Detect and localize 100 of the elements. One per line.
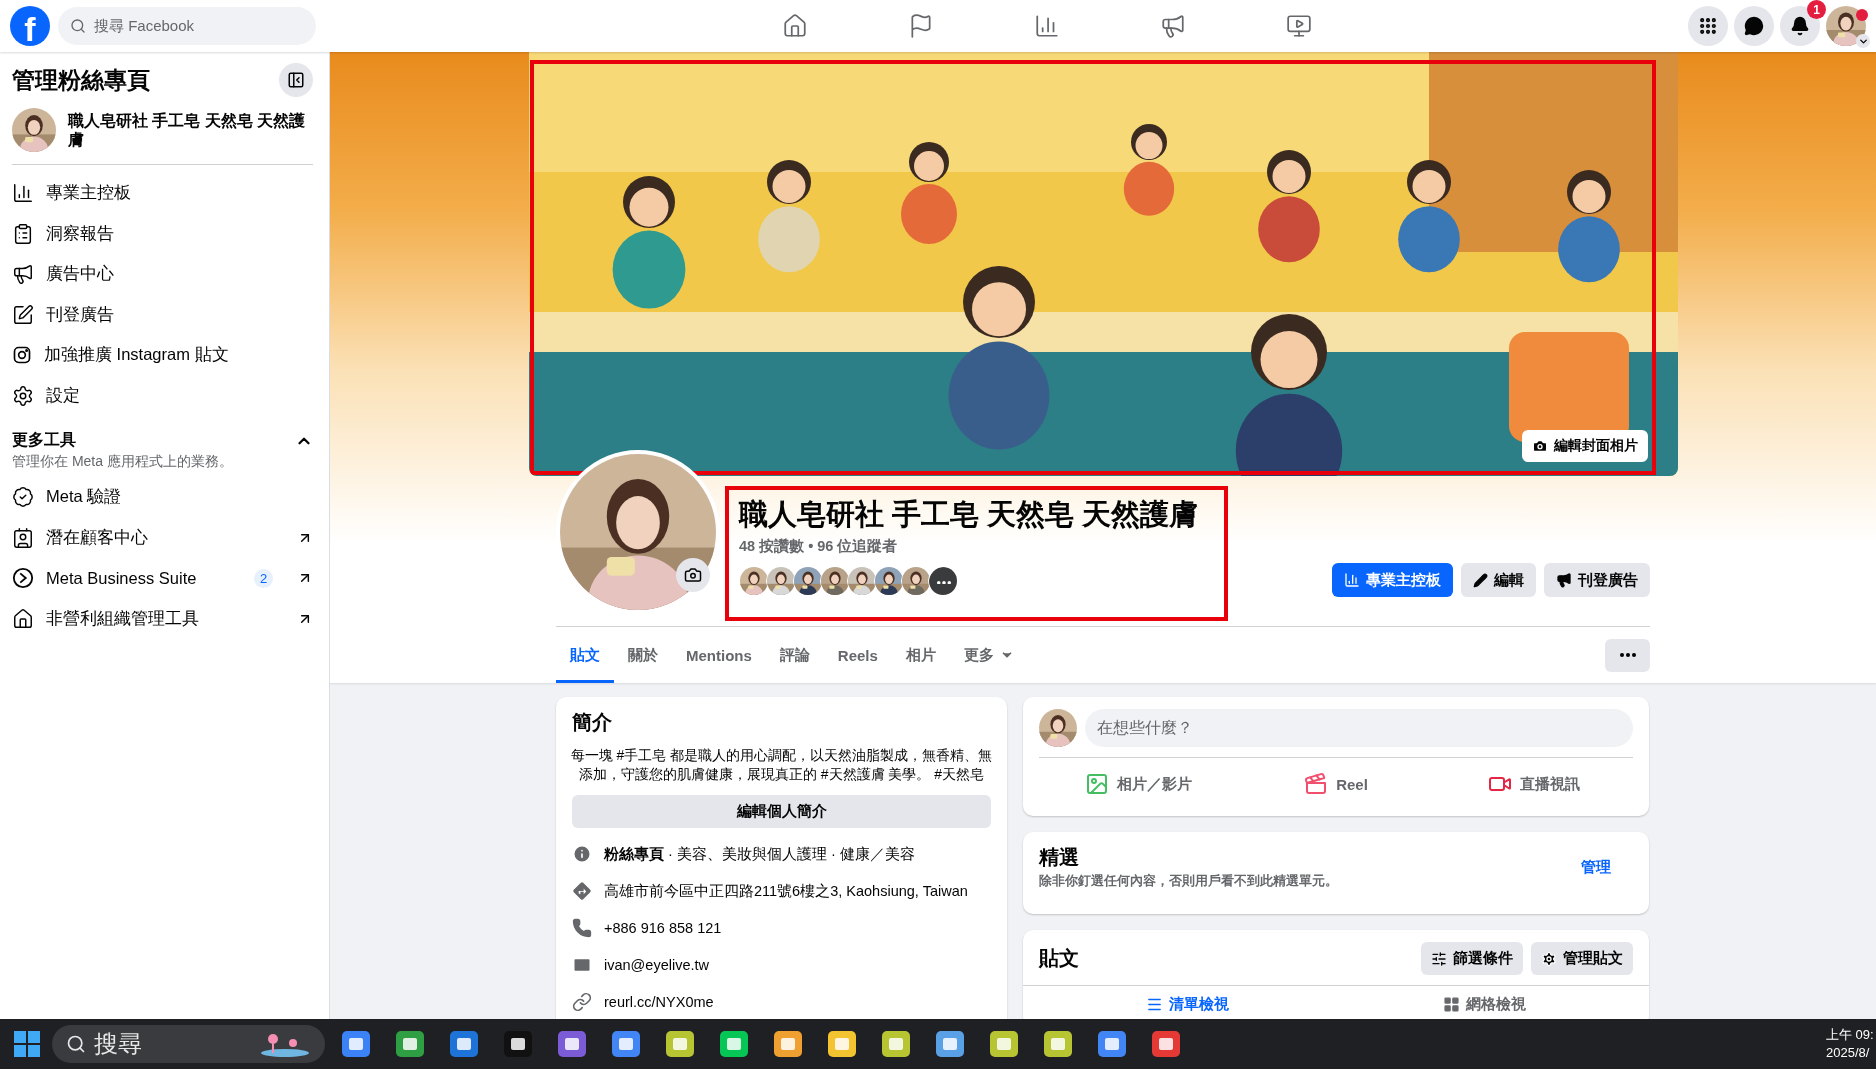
windows-start-icon[interactable] [14, 1031, 40, 1057]
app-icon[interactable] [609, 1029, 643, 1059]
card-title: 貼文 [1039, 946, 1079, 971]
clapperboard-icon [1304, 772, 1329, 796]
app-icon[interactable] [771, 1029, 805, 1059]
video-icon [1286, 13, 1312, 39]
app-icon[interactable] [933, 1029, 967, 1059]
badge-check-icon [12, 486, 34, 509]
profile-tab[interactable]: 關於 [614, 627, 672, 683]
detail-text: 高雄市前今區中正四路211號6樓之3, Kaohsiung, Taiwan [604, 881, 968, 901]
sidebar-item[interactable]: 加強推廣 Instagram 貼文 [12, 335, 313, 376]
app-icon[interactable] [447, 1029, 481, 1059]
profile-tab[interactable]: 貼文 [556, 627, 614, 683]
app-icon[interactable] [501, 1029, 535, 1059]
contact-card-icon [12, 526, 34, 549]
page-title: 職人皂研社 手工皂 天然皂 天然護膚 [739, 498, 1200, 532]
clipboard-icon [12, 222, 34, 245]
chart-icon [1034, 13, 1060, 39]
sliders-icon [1431, 950, 1447, 967]
action-button[interactable]: 專業主控板 [1332, 563, 1453, 597]
link-icon [572, 992, 592, 1013]
sidebar-item[interactable]: Meta Business Suite 2 [12, 558, 313, 599]
house-icon [12, 607, 34, 630]
app-icon[interactable] [879, 1029, 913, 1059]
edit-bio-button[interactable]: 編輯個人簡介 [572, 794, 991, 828]
notification-badge: 1 [1807, 0, 1826, 19]
settings-icon [12, 384, 34, 407]
view-tab[interactable]: 網格檢視 [1336, 986, 1633, 1019]
house-icon [782, 13, 808, 39]
detail-text: +886 916 858 121 [604, 920, 722, 937]
composer-action[interactable]: Reel [1237, 764, 1435, 804]
clock-text: 2025/8/ [1826, 1044, 1870, 1062]
instagram-icon [12, 345, 32, 366]
composer-action[interactable]: 相片／影片 [1039, 764, 1237, 804]
bio-text: 每一塊 #手工皂 都是職人的用心調配，以天然油脂製成，無香精、無添加，守護您的肌膚健康，展現真正的 #天然護膚 美學。 #天然皂 [569, 746, 994, 785]
profile-tab[interactable]: 評論 [765, 627, 824, 683]
app-icon[interactable] [393, 1029, 427, 1059]
camera-icon [684, 566, 702, 584]
circle-chevron-icon [12, 567, 34, 590]
list-icon [1146, 996, 1163, 1013]
card-title: 精選 [1039, 845, 1080, 870]
facebook-logo[interactable]: f [10, 6, 50, 46]
app-icon[interactable] [987, 1029, 1021, 1059]
pencil-square-icon [12, 303, 34, 326]
ellipsis-icon [1619, 653, 1636, 657]
settings-icon [1541, 950, 1557, 967]
posts-button[interactable]: 管理貼文 [1531, 942, 1633, 975]
card-title: 簡介 [572, 710, 613, 735]
sidebar-item[interactable]: 潛在顧客中心 [12, 517, 313, 558]
search-field[interactable]: 搜尋 Facebook [58, 7, 316, 45]
app-icon[interactable] [1095, 1029, 1129, 1059]
sidebar-item[interactable]: 廣告中心 [12, 254, 313, 295]
more-button[interactable] [1605, 638, 1650, 672]
menu-button[interactable] [1688, 6, 1728, 46]
profile-tab[interactable]: 相片 [891, 627, 950, 683]
collapse-button[interactable] [279, 63, 313, 97]
sidebar-title: 管理粉絲專頁 [12, 65, 150, 95]
profile-tab[interactable]: Reels [823, 627, 892, 683]
app-icon[interactable] [663, 1029, 697, 1059]
featured-description: 除非你釘選任何內容，否則用戶看不到此精選單元。 [1039, 873, 1338, 890]
manage-link[interactable]: 管理 [1581, 857, 1611, 877]
account-avatar[interactable] [1826, 6, 1866, 46]
sidebar-item[interactable]: Meta 驗證 [12, 477, 313, 518]
composer-action[interactable]: 直播視訊 [1435, 764, 1633, 804]
action-button[interactable]: 編輯 [1461, 563, 1536, 597]
phone-icon [572, 918, 592, 939]
app-icon[interactable] [1041, 1029, 1075, 1059]
sidebar-item[interactable]: 專業主控板 [12, 173, 313, 214]
megaphone-icon [1556, 572, 1572, 588]
count-badge: 2 [254, 568, 273, 588]
app-icon[interactable] [555, 1029, 589, 1059]
sidebar-item[interactable]: 非營利組織管理工具 [12, 598, 313, 639]
action-button[interactable]: 刊登廣告 [1544, 563, 1650, 597]
detail-text: ivan@eyelive.tw [604, 957, 709, 974]
app-icon[interactable] [825, 1029, 859, 1059]
app-icon[interactable] [339, 1029, 373, 1059]
megaphone-icon [1160, 13, 1186, 39]
app-icon[interactable] [1149, 1029, 1183, 1059]
bell-icon [1790, 16, 1810, 36]
section-title: 更多工具 [12, 430, 76, 450]
taskbar-search[interactable]: 搜尋 [52, 1025, 325, 1063]
profile-tab[interactable]: Mentions [672, 627, 766, 683]
app-icon[interactable] [717, 1029, 751, 1059]
profile-tab[interactable]: 更多 [949, 627, 1028, 683]
page-name[interactable]: 職人皂研社 手工皂 天然皂 天然護膚 [68, 110, 313, 150]
chart-icon [12, 182, 34, 205]
posts-button[interactable]: 篩選條件 [1421, 942, 1523, 975]
messenger-button[interactable] [1734, 6, 1774, 46]
search-icon [70, 18, 86, 34]
sidebar-item[interactable]: 設定 [12, 375, 313, 416]
chart-icon [1344, 572, 1360, 588]
grid-icon [1443, 996, 1460, 1013]
sidebar-item[interactable]: 洞察報告 [12, 213, 313, 254]
search-icon [66, 1034, 86, 1054]
detail-text[interactable]: reurl.cc/NYX0me [604, 994, 714, 1011]
sidebar-item[interactable]: 刊登廣告 [12, 294, 313, 335]
section-subtitle: 管理你在 Meta 應用程式上的業務。 [12, 453, 234, 471]
notifications-button[interactable] [1780, 6, 1820, 46]
page-stats: 48 按讚數 • 96 位追蹤者 [739, 537, 899, 557]
post-input[interactable]: 在想些什麼？ [1085, 709, 1633, 747]
